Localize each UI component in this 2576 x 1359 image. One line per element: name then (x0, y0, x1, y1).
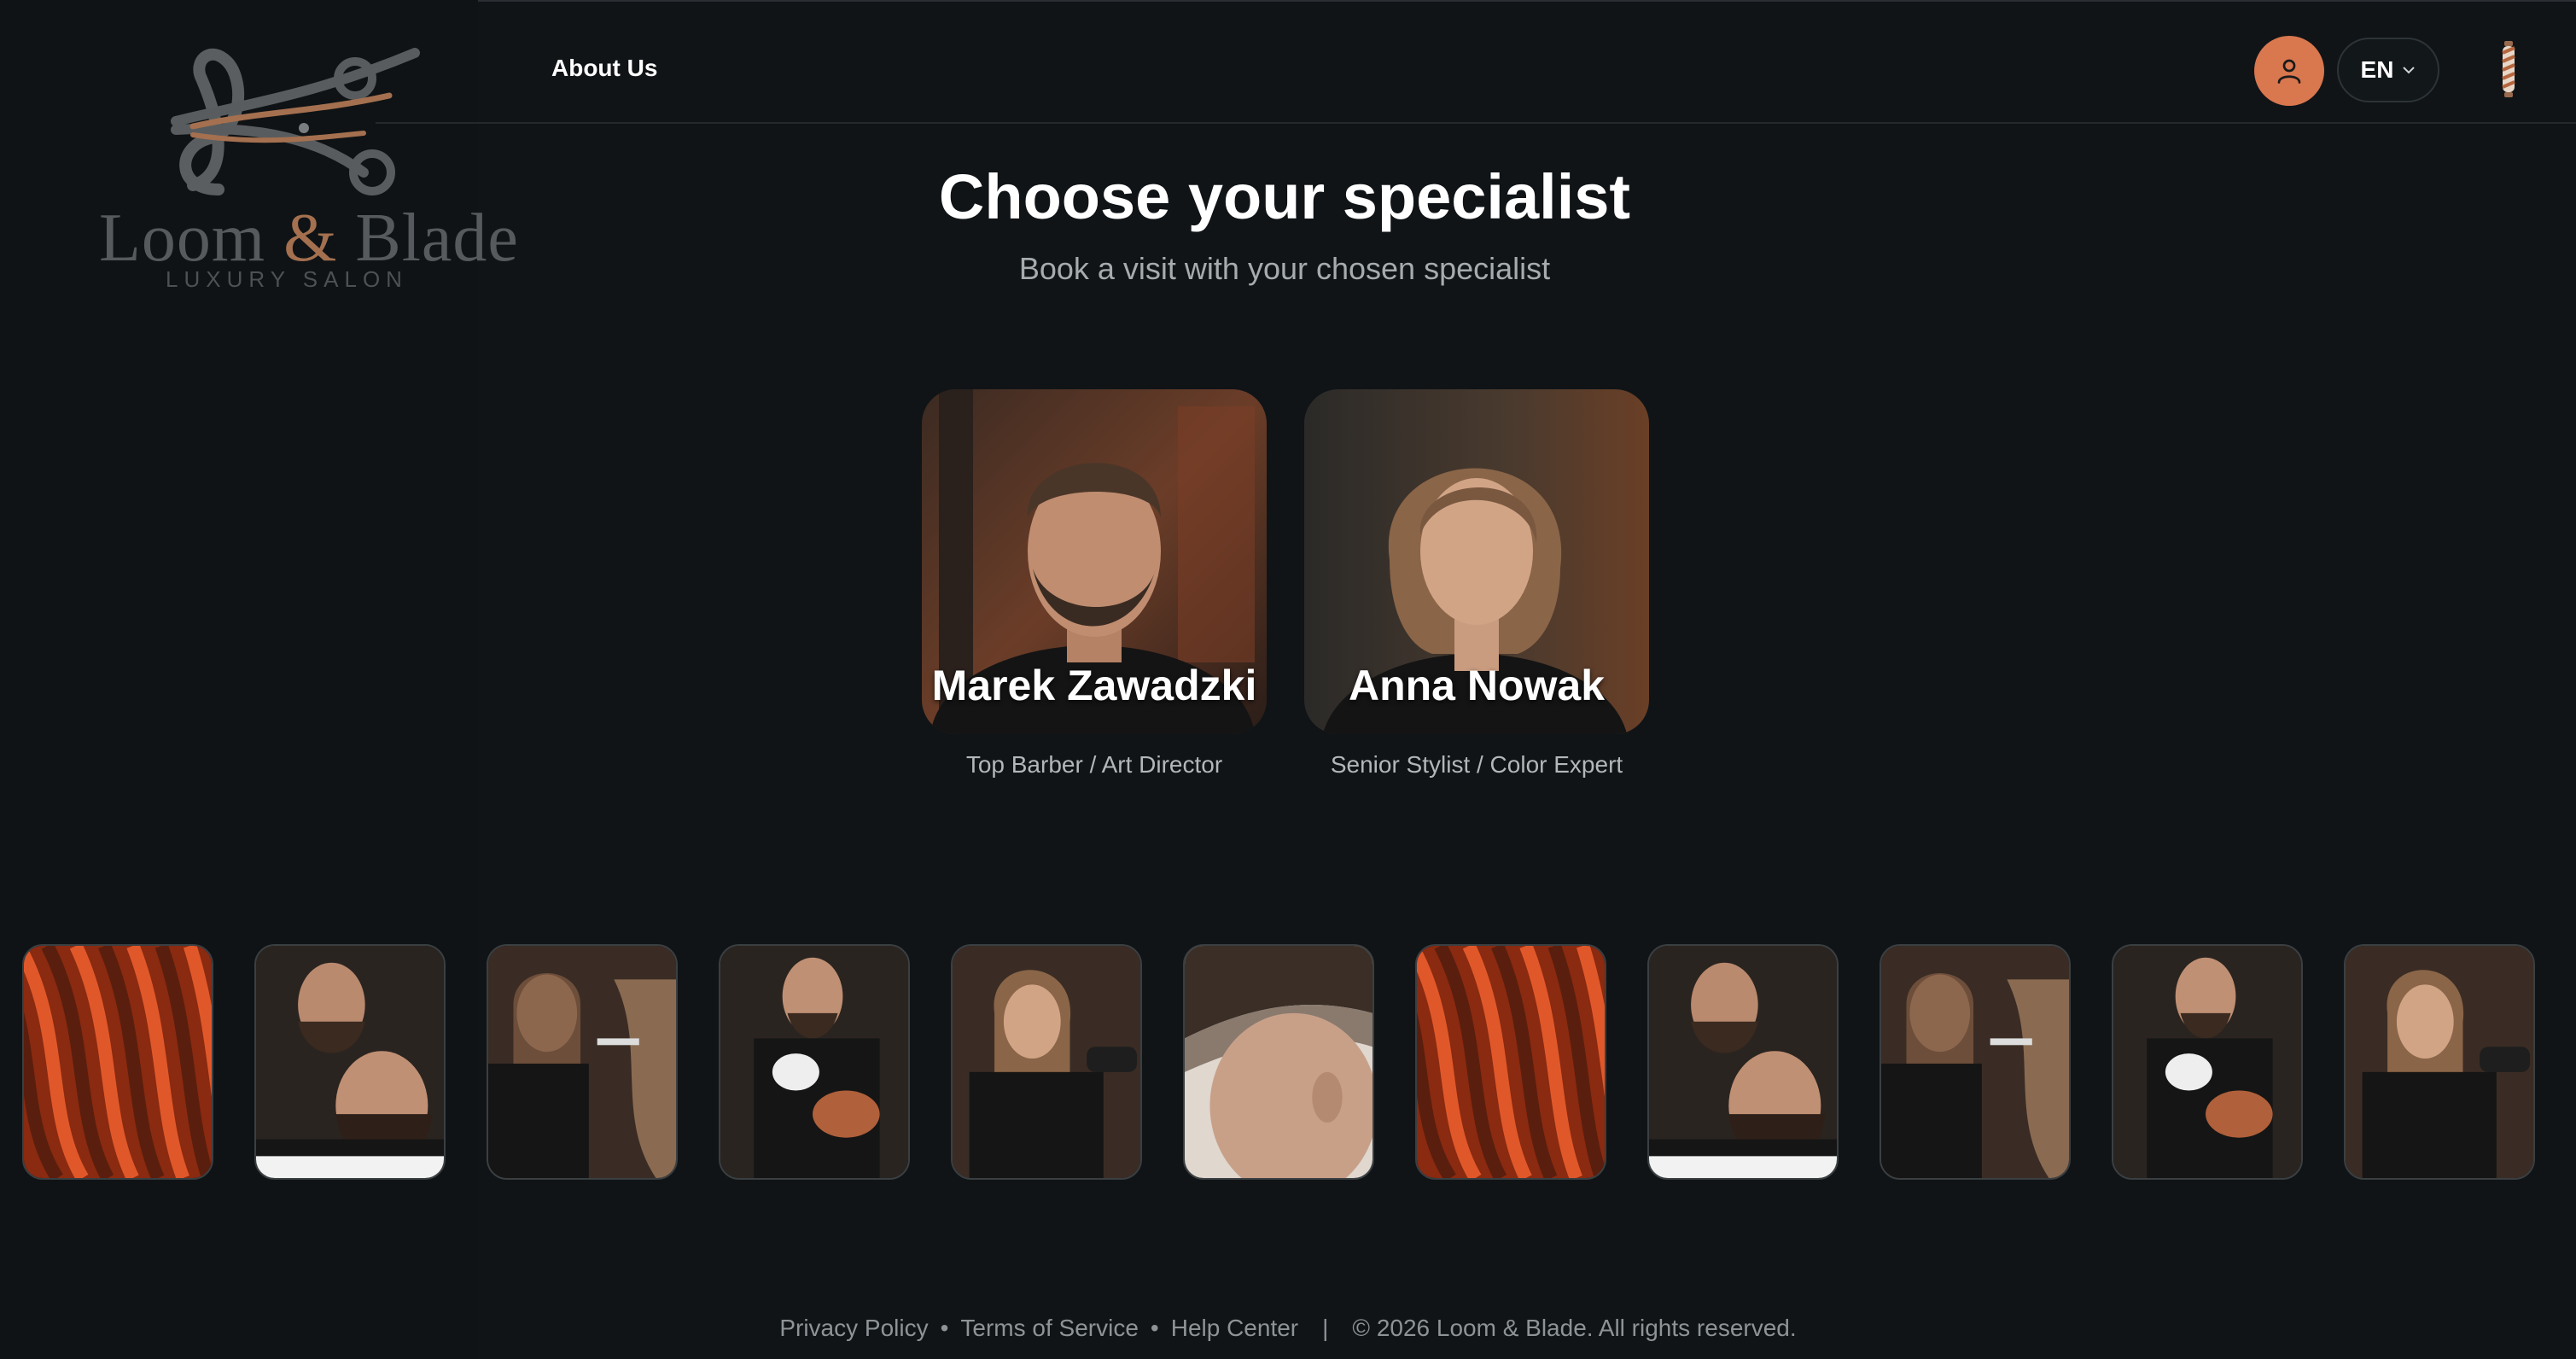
blow-dry-photo (2346, 946, 2533, 1178)
hair-coloring-photo (488, 946, 676, 1178)
specialist-name: Marek Zawadzki (931, 662, 1257, 709)
gallery-thumb-color-mixing-photo[interactable] (2112, 944, 2303, 1180)
specialist-name: Anna Nowak (1348, 662, 1606, 709)
user-account-button[interactable] (2254, 36, 2324, 106)
brand-name-part2: Blade (355, 201, 519, 276)
specialist-photo: Marek Zawadzki (922, 389, 1267, 734)
gallery-thumb-beard-trim-photo[interactable] (1647, 944, 1839, 1180)
specialist-role: Top Barber / Art Director (965, 751, 1223, 778)
page-subtitle: Book a visit with your chosen specialist (1018, 251, 1551, 286)
specialist-role: Senior Stylist / Color Expert (1330, 751, 1623, 778)
gallery-thumb-fade-haircut-photo[interactable] (1183, 944, 1374, 1180)
beard-trim-photo (1649, 946, 1837, 1178)
gallery-thumb-blow-dry-photo[interactable] (951, 944, 1142, 1180)
hair-coloring-photo (1881, 946, 2069, 1178)
privacy-policy-link[interactable]: Privacy Policy (779, 1315, 928, 1341)
copyright-text: © 2026 Loom & Blade. All rights reserved… (1352, 1315, 1797, 1341)
scissors-monogram-icon (171, 48, 420, 195)
brand-logo[interactable]: Loom & Blade LUXURY SALON (99, 44, 518, 300)
page-title: Choose your specialist (938, 161, 1631, 232)
chevron-down-icon (2403, 67, 2416, 74)
gallery-thumb-red-hair-photo[interactable] (22, 944, 213, 1180)
gallery-thumb-blow-dry-photo[interactable] (2344, 944, 2535, 1180)
fade-haircut-photo (1185, 946, 1373, 1178)
blow-dry-photo (953, 946, 1140, 1178)
help-center-link[interactable]: Help Center (1171, 1315, 1298, 1341)
gallery-strip (22, 944, 2540, 1180)
gallery-thumb-red-hair-photo[interactable] (1415, 944, 1606, 1180)
specialist-card-marek[interactable]: Marek Zawadzki Top Barber / Art Director (922, 389, 1267, 779)
language-label: EN (2360, 56, 2394, 83)
specialist-photo: Anna Nowak (1304, 389, 1649, 734)
nav-about-us-link[interactable]: About Us (551, 55, 657, 82)
gallery-thumb-color-mixing-photo[interactable] (719, 944, 910, 1180)
footer-separator: • (1150, 1315, 1159, 1341)
color-mixing-photo (2113, 946, 2301, 1178)
barber-pole-icon[interactable] (2499, 41, 2518, 97)
color-mixing-photo (720, 946, 908, 1178)
red-hair-photo (24, 946, 212, 1178)
brand-tagline: LUXURY SALON (166, 266, 408, 292)
language-selector[interactable]: EN (2337, 38, 2439, 102)
brand-ampersand: & (283, 201, 338, 276)
beard-trim-photo (256, 946, 444, 1178)
header-divider (376, 122, 2576, 124)
red-hair-photo (1417, 946, 1605, 1178)
brand-name-part1: Loom (99, 201, 266, 276)
footer-separator: • (940, 1315, 949, 1341)
terms-of-service-link[interactable]: Terms of Service (960, 1315, 1139, 1341)
gallery-thumb-beard-trim-photo[interactable] (254, 944, 446, 1180)
footer: Privacy Policy • Terms of Service • Help Cen… (0, 1315, 2576, 1342)
gallery-thumb-hair-coloring-photo[interactable] (487, 944, 678, 1180)
gallery-thumb-hair-coloring-photo[interactable] (1880, 944, 2071, 1180)
footer-divider: | (1322, 1315, 1329, 1341)
user-icon (2277, 59, 2301, 84)
specialist-card-anna[interactable]: Anna Nowak Senior Stylist / Color Expert (1304, 389, 1649, 779)
